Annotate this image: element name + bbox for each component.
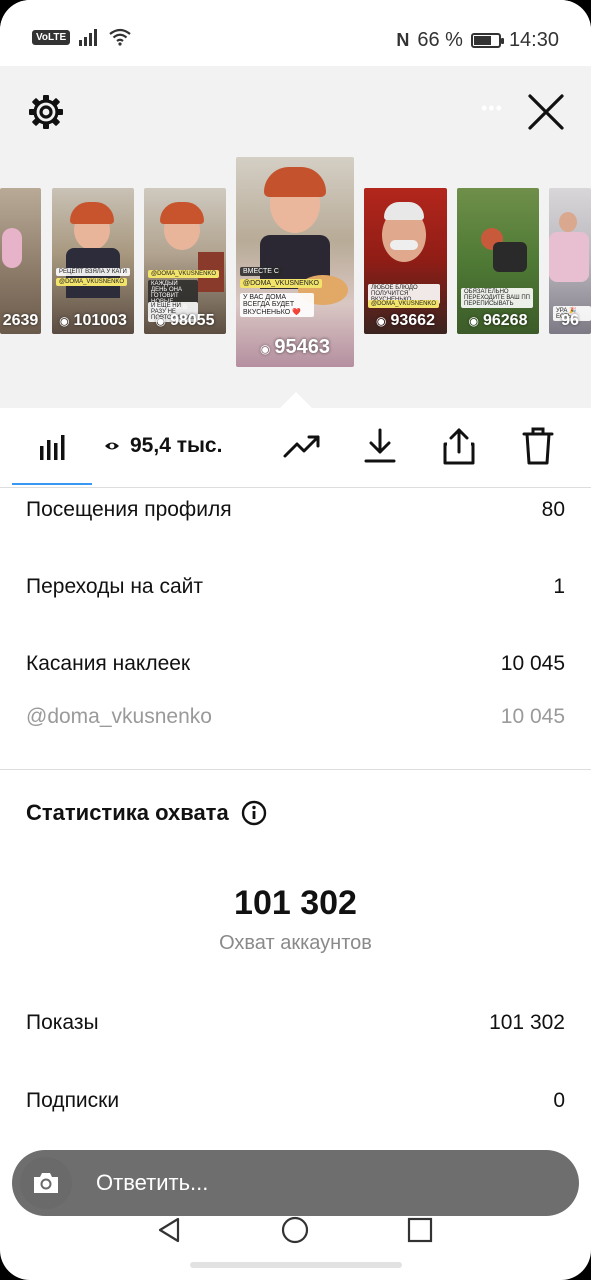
reply-input[interactable]: Ответить... — [96, 1170, 208, 1196]
impressions-label: Показы — [26, 1011, 99, 1034]
view-count: ◉ 93662 — [376, 312, 435, 329]
story-tag: @DOMA_VKUSNENKO — [56, 278, 128, 286]
info-icon[interactable] — [241, 800, 267, 826]
sticker-handle-row[interactable]: @doma_vkusnenko 10 045 — [26, 705, 565, 729]
download-icon[interactable] — [362, 427, 398, 465]
profile-visits-row: Посещения профиля 80 — [26, 498, 565, 522]
story-tag: @DOMA_VKUSNENKO — [368, 300, 440, 308]
reach-value: 101 302 — [234, 884, 357, 922]
story-thumbnail[interactable]: 2639 — [0, 188, 41, 334]
sticker-taps-value: 10 045 — [500, 652, 565, 675]
eye-icon — [105, 442, 119, 450]
story-thumbnail[interactable]: ЛЮБОЕ БЛЮДО ПОЛУЧИТСЯ ВКУСНЕНЬКО @DOMA_V… — [364, 188, 447, 334]
follows-label: Подписки — [26, 1089, 120, 1112]
status-bar: VoLTE N 66 % 14:30 — [0, 0, 591, 66]
nfc-icon: N — [396, 30, 410, 50]
moustache — [390, 240, 418, 250]
website-clicks-value: 1 — [553, 575, 565, 598]
website-clicks-row: Переходы на сайт 1 — [26, 575, 565, 599]
story-tag: РЕЦЕПТ ВЗЯЛА У КАТИ — [56, 268, 130, 276]
selected-pointer — [280, 392, 312, 408]
active-tab-indicator — [12, 483, 92, 485]
more-dots-icon[interactable]: ••• — [481, 98, 503, 119]
camera-icon — [34, 1173, 58, 1193]
face — [559, 212, 577, 232]
impressions-row: Показы 101 302 — [26, 1011, 565, 1035]
share-icon[interactable] — [441, 426, 477, 466]
profile-visits-value: 80 — [541, 498, 565, 521]
status-left: VoLTE — [32, 28, 132, 46]
battery-icon — [470, 33, 504, 48]
settings-gear-icon[interactable] — [26, 92, 66, 132]
wifi-icon — [109, 28, 131, 46]
story-thumbnail[interactable]: @DOMA_VKUSNENKO КАЖДЫЙ ДЕНЬ ОНА ГОТОВИТ … — [144, 188, 226, 334]
sticker-handle-label: @doma_vkusnenko — [26, 705, 212, 728]
follows-value: 0 — [553, 1089, 565, 1112]
hair — [264, 167, 326, 197]
view-count: ◉ 98055 — [155, 312, 215, 329]
clothes — [549, 232, 589, 282]
view-count: 96 — [561, 312, 579, 329]
story-thumbnail[interactable]: РЕЦЕПТ ВЗЯЛА У КАТИ @DOMA_VKUSNENKO ◉ 101… — [52, 188, 134, 334]
insights-bar-chart-icon[interactable] — [38, 432, 68, 462]
battery-fill — [473, 36, 492, 45]
views-count: 95,4 тыс. — [130, 434, 223, 457]
gardener-body — [493, 242, 527, 272]
views-tab[interactable]: 95,4 тыс. — [104, 434, 222, 458]
hair — [160, 202, 204, 224]
section-divider — [0, 769, 591, 770]
close-icon[interactable] — [524, 90, 568, 134]
profile-visits-label: Посещения профиля — [26, 498, 232, 521]
reach-section-title: Статистика охвата — [26, 800, 267, 826]
story-thumbnail-selected[interactable]: ВМЕСТЕ С @DOMA_VKUSNENKO У ВАС ДОМА ВСЕГ… — [236, 157, 354, 367]
story-thumbnail[interactable]: УРА 🎉 ЕСТЬ 96 — [549, 188, 591, 334]
sticker-handle-value: 10 045 — [500, 705, 565, 728]
website-clicks-label: Переходы на сайт — [26, 575, 203, 598]
hair — [384, 202, 424, 220]
reach-title-text: Статистика охвата — [26, 800, 229, 825]
impressions-value: 101 302 — [489, 1011, 565, 1034]
view-count: 2639 — [2, 312, 39, 329]
follows-row: Подписки 0 — [26, 1089, 565, 1113]
story-tag: @DOMA_VKUSNENKO — [240, 279, 322, 288]
child-figure — [2, 228, 22, 268]
view-count: ◉ 95463 — [259, 336, 331, 358]
camera-button[interactable] — [20, 1157, 72, 1209]
sticker-taps-label: Касания наклеек — [26, 652, 191, 675]
home-circle-icon[interactable] — [280, 1215, 310, 1245]
trending-icon[interactable] — [282, 432, 322, 462]
hair — [70, 202, 114, 224]
view-count: ◉ 96268 — [468, 312, 528, 329]
reply-bar[interactable]: Ответить... — [12, 1150, 579, 1216]
battery-percent: 66 % — [417, 29, 463, 51]
home-indicator — [190, 1262, 402, 1268]
reach-label: Охват аккаунтов — [219, 932, 372, 954]
volte-badge: VoLTE — [32, 29, 71, 45]
recents-square-icon[interactable] — [406, 1216, 434, 1244]
status-right: N 66 % 14:30 — [396, 29, 559, 52]
view-count: ◉ 101003 — [59, 312, 127, 329]
story-tag: ВМЕСТЕ С — [240, 267, 282, 276]
sticker-taps-row: Касания наклеек 10 045 — [26, 652, 565, 676]
back-triangle-icon[interactable] — [156, 1216, 182, 1244]
app-frame: VoLTE N 66 % 14:30 ••• 2639 РЕЦЕПТ ВЗЯЛА… — [0, 0, 591, 1280]
story-tag: ОБЯЗАТЕЛЬНО ПЕРЕХОДИТЕ ВАШ ПП ПЕРЕПИСЫВА… — [461, 288, 533, 308]
story-thumbnail[interactable]: ОБЯЗАТЕЛЬНО ПЕРЕХОДИТЕ ВАШ ПП ПЕРЕПИСЫВА… — [457, 188, 539, 334]
clock: 14:30 — [508, 29, 559, 51]
story-tag: @DOMA_VKUSNENKO — [148, 270, 220, 278]
signal-icon — [79, 29, 98, 46]
delete-trash-icon[interactable] — [521, 426, 555, 466]
story-tag: У ВАС ДОМА ВСЕГДА БУДЕТ ВКУСНЕНЬКО ❤️ — [240, 293, 314, 317]
